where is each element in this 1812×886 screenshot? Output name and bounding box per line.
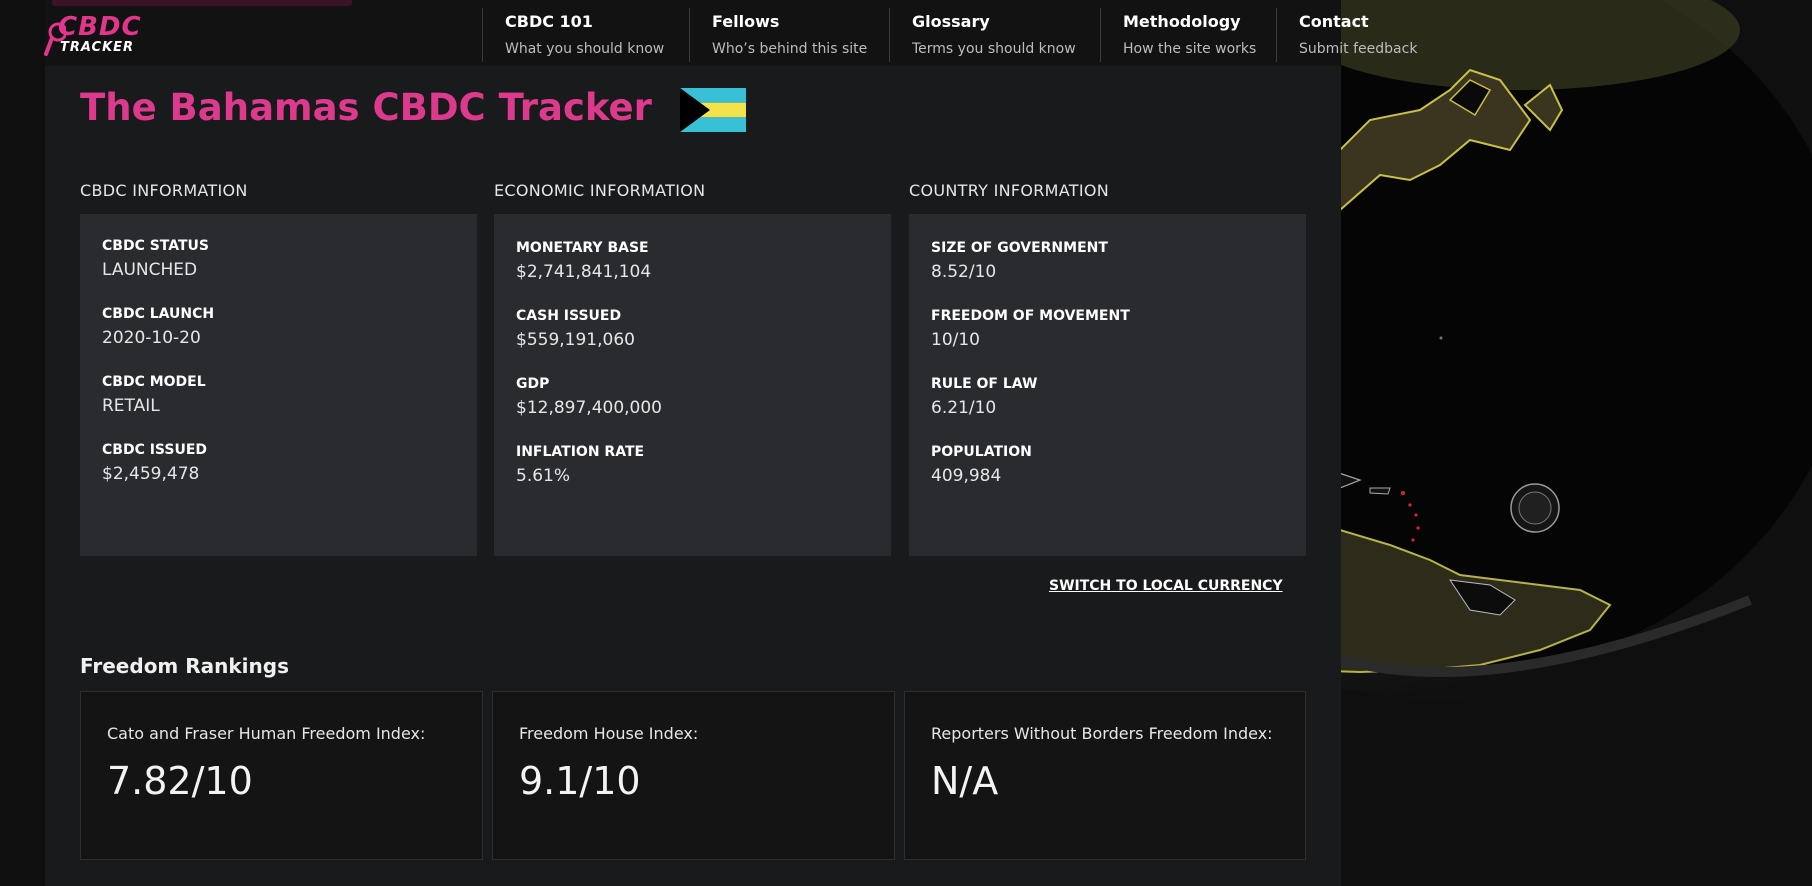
rank-label: Reporters Without Borders Freedom Index:: [931, 724, 1273, 743]
site-logo[interactable]: CBDC TRACKER: [44, 12, 148, 60]
globe-map-background: [1300, 0, 1812, 886]
info-row: SIZE OF GOVERNMENT 8.52/10: [931, 240, 1284, 282]
info-label: FREEDOM OF MOVEMENT: [931, 308, 1130, 324]
nav-title: Glossary: [912, 12, 990, 31]
info-row: CASH ISSUED $559,191,060: [516, 308, 869, 350]
info-value: $12,897,400,000: [516, 398, 663, 418]
main-nav: CBDC 101 What you should know Fellows Wh…: [482, 8, 1456, 64]
info-row: INFLATION RATE 5.61%: [516, 444, 869, 486]
info-row: CBDC STATUS LAUNCHED: [102, 238, 455, 280]
nav-title: Fellows: [712, 12, 780, 31]
page-title: The Bahamas CBDC Tracker: [80, 86, 652, 129]
freedom-rankings-heading: Freedom Rankings: [80, 654, 289, 678]
country-info-card: SIZE OF GOVERNMENT 8.52/10 FREEDOM OF MO…: [909, 214, 1306, 556]
info-value: $559,191,060: [516, 330, 635, 350]
info-row: POPULATION 409,984: [931, 444, 1284, 486]
nav-subtitle: How the site works: [1123, 41, 1257, 57]
section-label-country: COUNTRY INFORMATION: [909, 181, 1110, 200]
rank-card-freedom-house: Freedom House Index: 9.1/10: [492, 691, 895, 860]
rank-value: 9.1/10: [519, 759, 641, 803]
nav-item-cbdc-101[interactable]: CBDC 101 What you should know: [482, 8, 689, 62]
info-value: LAUNCHED: [102, 260, 198, 280]
info-label: INFLATION RATE: [516, 444, 645, 460]
info-value: 6.21/10: [931, 398, 997, 418]
logo-text-cbdc: CBDC: [58, 12, 142, 42]
info-value: 2020-10-20: [102, 328, 201, 348]
info-label: CASH ISSUED: [516, 308, 622, 324]
info-label: MONETARY BASE: [516, 240, 649, 256]
rank-label: Cato and Fraser Human Freedom Index:: [107, 724, 426, 743]
section-label-economic: ECONOMIC INFORMATION: [494, 181, 706, 200]
nav-item-methodology[interactable]: Methodology How the site works: [1100, 8, 1276, 62]
rank-value: 7.82/10: [107, 759, 253, 803]
info-value: 5.61%: [516, 466, 571, 486]
info-row: RULE OF LAW 6.21/10: [931, 376, 1284, 418]
nav-subtitle: Terms you should know: [912, 41, 1076, 57]
info-label: CBDC LAUNCH: [102, 306, 215, 322]
info-label: SIZE OF GOVERNMENT: [931, 240, 1108, 256]
info-value: 10/10: [931, 330, 980, 350]
rank-label: Freedom House Index:: [519, 724, 699, 743]
nav-title: Contact: [1299, 12, 1369, 31]
logo-text-tracker: TRACKER: [60, 40, 135, 55]
info-row: CBDC MODEL RETAIL: [102, 374, 455, 416]
info-label: CBDC MODEL: [102, 374, 206, 390]
nav-subtitle: Who’s behind this site: [712, 41, 868, 57]
info-label: CBDC ISSUED: [102, 442, 208, 458]
globe-map: [1300, 0, 1812, 700]
info-label: RULE OF LAW: [931, 376, 1038, 392]
info-label: GDP: [516, 376, 550, 392]
nav-subtitle: Submit feedback: [1299, 41, 1418, 57]
rank-value: N/A: [931, 759, 999, 803]
info-value: 8.52/10: [931, 262, 997, 282]
info-label: POPULATION: [931, 444, 1032, 460]
info-row: MONETARY BASE $2,741,841,104: [516, 240, 869, 282]
nav-title: CBDC 101: [505, 12, 593, 31]
cbdc-info-card: CBDC STATUS LAUNCHED CBDC LAUNCH 2020-10…: [80, 214, 477, 556]
info-value: RETAIL: [102, 396, 160, 416]
info-value: $2,741,841,104: [516, 262, 652, 282]
nav-item-contact[interactable]: Contact Submit feedback: [1276, 8, 1456, 62]
economic-info-card: MONETARY BASE $2,741,841,104 CASH ISSUED…: [494, 214, 891, 556]
info-row: FREEDOM OF MOVEMENT 10/10: [931, 308, 1284, 350]
section-label-cbdc: CBDC INFORMATION: [80, 181, 248, 200]
nav-subtitle: What you should know: [505, 41, 665, 57]
info-row: CBDC LAUNCH 2020-10-20: [102, 306, 455, 348]
rank-card-cato-fraser: Cato and Fraser Human Freedom Index: 7.8…: [80, 691, 483, 860]
switch-currency-link[interactable]: SWITCH TO LOCAL CURRENCY: [1049, 578, 1283, 594]
info-value: $2,459,478: [102, 464, 200, 484]
info-row: GDP $12,897,400,000: [516, 376, 869, 418]
nav-title: Methodology: [1123, 12, 1241, 31]
bahamas-flag-icon: [680, 88, 746, 132]
nav-item-glossary[interactable]: Glossary Terms you should know: [889, 8, 1100, 62]
nav-item-fellows[interactable]: Fellows Who’s behind this site: [689, 8, 889, 62]
rank-card-reporters-without-borders: Reporters Without Borders Freedom Index:…: [904, 691, 1306, 860]
info-label: CBDC STATUS: [102, 238, 210, 254]
info-row: CBDC ISSUED $2,459,478: [102, 442, 455, 484]
info-value: 409,984: [931, 466, 1002, 486]
header-accent-line: [52, 0, 352, 6]
